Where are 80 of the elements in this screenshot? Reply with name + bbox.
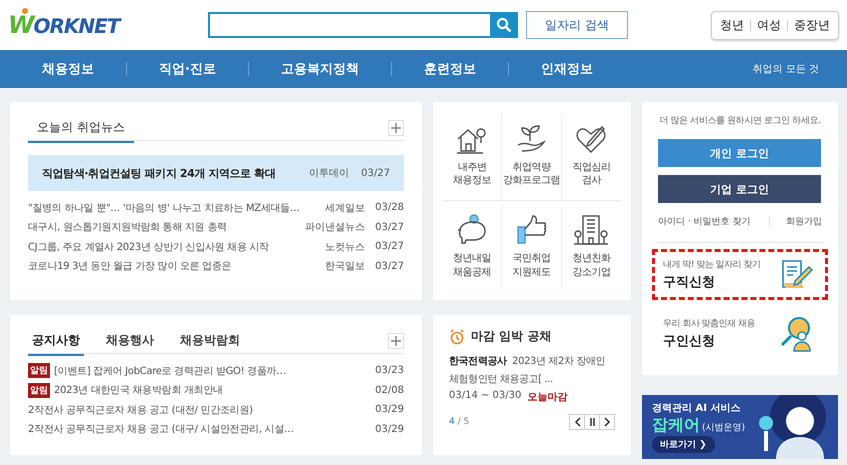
building-icon — [574, 214, 608, 246]
notice-link[interactable]: 2023년 대한민국 채용박람회 개최안내 — [54, 383, 376, 398]
job-search-button[interactable]: 일자리 검색 — [526, 11, 628, 39]
service-tile[interactable]: 내주변 채용정보 — [443, 114, 502, 201]
news-source: 노컷뉴스 — [325, 240, 366, 254]
chevron-right-icon — [604, 417, 610, 427]
search-button[interactable] — [490, 12, 518, 38]
page-indicator: 4 / 5 — [449, 417, 470, 427]
alarm-clock-icon — [449, 328, 465, 344]
news-tab[interactable]: 오늘의 취업뉴스 — [28, 114, 134, 143]
application-link[interactable]: 내게 딱! 맞는 일자리 찾기 구직신청 — [652, 249, 828, 300]
notice-link[interactable]: 2작전사 공무직근로자 채용 공고 (대전/ 민간조리원) — [28, 402, 376, 417]
login-prompt: 더 많은 서비스를 원하시면 로그인 하세요. — [658, 115, 822, 127]
audience-link[interactable]: 청년 — [720, 16, 744, 34]
notice-date: 03/29 — [375, 404, 404, 416]
nav-menu-item[interactable]: 직업·진로 — [127, 60, 248, 78]
banner-brand: 잡케어 — [652, 415, 700, 436]
plus-icon — [391, 123, 401, 133]
notice-badge: 알림 — [28, 382, 50, 398]
more-button[interactable] — [388, 120, 404, 136]
nav-menu-item[interactable]: 훈련정보 — [392, 60, 508, 78]
nav-menu-item[interactable]: 고용복지정책 — [248, 60, 391, 78]
chevron-left-icon — [574, 417, 580, 427]
news-link[interactable]: 대구시, 원스톱기원지원박람회 통해 지원 총력 — [28, 220, 306, 234]
audience-link[interactable]: 중장년 — [794, 16, 830, 34]
deadline-status: 오늘마감 — [527, 391, 568, 404]
more-button[interactable] — [388, 333, 404, 349]
audience-link[interactable]: 여성 — [757, 16, 781, 34]
service-tile[interactable]: 청년친화 강소기업 — [562, 205, 621, 288]
nav-menu-item[interactable]: 채용정보 — [42, 60, 126, 78]
plus-icon — [391, 336, 401, 346]
next-button[interactable] — [599, 414, 615, 430]
go-button[interactable]: 바로가기 ❯ — [652, 436, 715, 453]
headline-title: 직업탐색·취업컨설팅 패키지 24개 지역으로 확대 — [42, 166, 276, 180]
service-tile[interactable]: 취업역량 강화프로그램 — [502, 114, 562, 201]
notice-date: 03/23 — [375, 365, 404, 376]
jobcare-banner[interactable]: 경력관리 AI 서비스 잡케어(시범운영) 바로가기 ❯ — [642, 395, 838, 459]
banner-subtitle: 경력관리 AI 서비스 — [652, 402, 740, 415]
notice-date: 03/29 — [375, 424, 404, 435]
news-link[interactable]: "질병의 하나일 뿐"… '마음의 병' 나누고 치료하는 MZ세대들… — [28, 200, 326, 215]
news-link[interactable]: CJ그룹, 주요 계열사 2023년 상반기 신입사원 채용 시작 — [28, 240, 326, 254]
nav-menu-item[interactable]: 인재정보 — [508, 60, 625, 78]
service-tile[interactable]: 국민취업 지원제도 — [502, 205, 562, 288]
notice-tab[interactable]: 채용행사 — [102, 327, 158, 356]
notice-date: 02/08 — [375, 384, 404, 396]
banner-note: (시범운영) — [702, 422, 746, 434]
job-posting-link[interactable]: 한국전력공사 2023년 제2차 장애인 체험형인턴 채용공고[ ... — [449, 353, 615, 389]
news-source: 파이낸셜뉴스 — [305, 221, 366, 234]
document-pen-icon — [779, 257, 815, 291]
news-date: 03/27 — [375, 222, 404, 233]
notice-tab[interactable]: 채용박람회 — [176, 327, 244, 356]
notice-link[interactable]: 2작전사 공무직근로자 채용 공고 (대구/ 시설안전관리, 시설… — [28, 422, 376, 436]
notice-badge: 알림 — [28, 363, 50, 378]
posting-period: 03/14 ~ 03/30 — [449, 390, 522, 403]
news-date: 03/27 — [361, 168, 390, 178]
news-date: 03/27 — [375, 241, 404, 252]
section-title: 마감 임박 공채 — [471, 328, 552, 345]
sign-up-link[interactable]: 회원가입 — [786, 215, 822, 228]
news-source: 이투데이 — [309, 167, 350, 180]
service-tile[interactable]: 청년내일 채움공제 — [443, 205, 502, 288]
company-login-button[interactable]: 기업 로그인 — [658, 175, 821, 203]
search-icon — [496, 17, 512, 33]
notice-link[interactable]: [이벤트] 잡케어 JobCare로 경력관리 받GO! 경품까… — [54, 364, 376, 378]
news-date: 03/28 — [375, 202, 404, 214]
pause-icon — [588, 417, 596, 427]
news-date: 03/27 — [375, 260, 404, 272]
personal-login-button[interactable]: 개인 로그인 — [658, 139, 821, 167]
worknet-logo[interactable]: WORKNET — [8, 11, 208, 39]
previous-button[interactable] — [569, 414, 585, 430]
notice-tab[interactable]: 공지사항 — [28, 327, 84, 356]
find-account-link[interactable]: 아이디 · 비밀번호 찾기 — [658, 215, 750, 228]
news-source: 한국일보 — [325, 260, 366, 274]
nav-link[interactable]: 취업의 모든 것 — [752, 62, 819, 76]
search-field[interactable] — [208, 12, 490, 38]
news-link[interactable]: 코로나19 3년 동안 월급 가장 많이 오른 업종은 — [28, 259, 326, 274]
service-tile[interactable]: 직업심리 검사 — [562, 114, 621, 201]
application-link[interactable]: 우리 회사 맞춤인재 채용 구인신청 — [652, 306, 828, 361]
news-source: 세계일보 — [325, 202, 366, 215]
headline-banner[interactable]: 직업탐색·취업컨설팅 패키지 24개 지역으로 확대 이투데이 03/27 — [28, 155, 404, 191]
pause-button[interactable] — [584, 414, 600, 430]
